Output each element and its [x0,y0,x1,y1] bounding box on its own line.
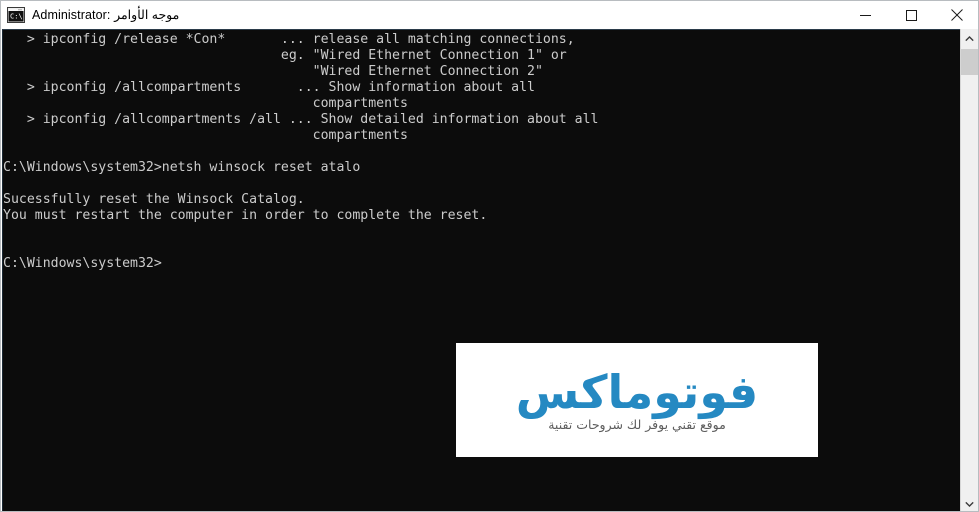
window-title: Administrator: موجه الأوامر [32,8,180,22]
scrollbar-down-button[interactable] [961,494,978,511]
vertical-scrollbar[interactable] [960,29,978,511]
svg-text:C:\: C:\ [10,13,23,21]
minimize-button[interactable] [842,1,888,29]
scrollbar-track[interactable] [961,47,978,494]
close-icon [951,9,963,21]
scrollbar-up-button[interactable] [961,29,978,47]
title-bar[interactable]: C:\ Administrator: موجه الأوامر [1,1,978,29]
minimize-icon [859,10,871,21]
watermark-overlay: فوتوماكس موقع تقني يوفر لك شروحات تقنية [456,343,818,457]
chevron-up-icon [965,29,974,47]
maximize-button[interactable] [888,1,934,29]
terminal-text: > ipconfig /release *Con* ... release al… [3,32,599,271]
command-prompt-icon: C:\ [7,7,25,23]
close-button[interactable] [934,1,978,29]
window-controls [842,1,978,29]
terminal-output-area[interactable]: > ipconfig /release *Con* ... release al… [2,29,978,511]
scrollbar-thumb[interactable] [961,49,978,75]
chevron-down-icon [965,494,974,511]
maximize-icon [905,9,917,21]
watermark-logo-text: فوتوماكس [515,364,759,419]
command-prompt-window: C:\ Administrator: موجه الأوامر > ipconf… [0,0,979,512]
title-bar-left: C:\ Administrator: موجه الأوامر [1,1,842,29]
watermark-subtitle: موقع تقني يوفر لك شروحات تقنية [548,416,726,432]
